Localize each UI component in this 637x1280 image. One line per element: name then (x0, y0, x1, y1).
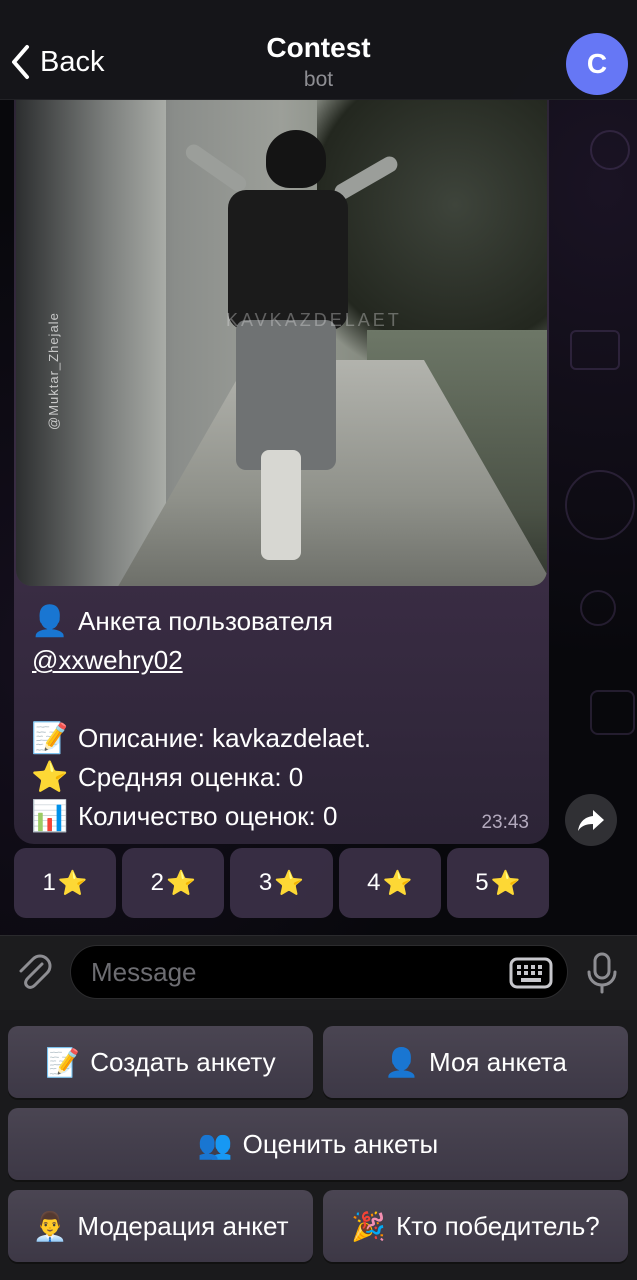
memo-icon: 📝 (45, 1046, 81, 1078)
photo-watermark-center: KAVKAZDELAET (226, 310, 402, 330)
rating-count-text: Количество оценок: 0 (78, 801, 338, 831)
photo-person (182, 130, 401, 570)
my-profile-label: Моя анкета (429, 1046, 567, 1077)
rate-5-label: 5 (475, 869, 489, 896)
bot-reply-keyboard: 📝 Создать анкету 👤 Моя анкета 👥 Оценить … (0, 1010, 637, 1280)
average-rating-text: Средняя оценка: 0 (78, 762, 304, 792)
star-icon: ⭐ (57, 869, 88, 897)
profile-photo[interactable]: @Muktar_Zhejale KAVKAZDELAET (16, 100, 547, 586)
winner-button[interactable]: 🎉 Кто победитель? (323, 1190, 628, 1262)
message-bubble[interactable]: @Muktar_Zhejale KAVKAZDELAET 👤 Анкета по… (14, 100, 549, 844)
message-line-description: 📝 Описание: kavkazdelaet. (31, 719, 532, 758)
star-icon: ⭐ (274, 869, 305, 897)
username-mention-link[interactable]: @xxwehry02 (32, 641, 183, 680)
share-arrow-icon (578, 810, 604, 831)
rate-5-button[interactable]: 5 ⭐ (446, 848, 550, 918)
rate-2-label: 2 (150, 869, 165, 896)
message-line-average: ⭐ Средняя оценка: 0 (31, 758, 532, 797)
message-text: 👤 Анкета пользователя @xxwehry02 📝 Описа… (31, 602, 532, 836)
message-input-bar (0, 935, 637, 1010)
chat-title-area[interactable]: Contest bot (0, 32, 637, 92)
rate-4-label: 4 (367, 869, 381, 896)
office-worker-icon: 👨‍💼 (32, 1210, 68, 1242)
star-icon: ⭐ (166, 869, 196, 897)
my-profile-button[interactable]: 👤 Моя анкета (323, 1026, 628, 1098)
party-popper-icon: 🎉 (351, 1210, 387, 1242)
rate-1-label: 1 (42, 869, 56, 896)
keyboard-icon[interactable] (509, 957, 553, 989)
rate-3-button[interactable]: 3 ⭐ (230, 848, 333, 918)
rate-2-button[interactable]: 2 ⭐ (122, 848, 225, 918)
create-profile-label: Создать анкету (90, 1046, 276, 1077)
rate-profiles-button[interactable]: 👥 Оценить анкеты (8, 1108, 628, 1180)
star-icon: ⭐ (31, 761, 69, 794)
chat-subtitle: bot (303, 68, 334, 91)
busts-icon: 👥 (197, 1128, 233, 1160)
star-icon: ⭐ (490, 869, 521, 897)
inline-rating-keyboard: 1 ⭐ 2 ⭐ 3 ⭐ 4 ⭐ 5 ⭐ (14, 848, 550, 918)
moderation-button[interactable]: 👨‍💼 Модерация анкет (8, 1190, 313, 1262)
message-line-count: 📊 Количество оценок: 0 (31, 797, 532, 836)
bust-icon: 👤 (384, 1046, 419, 1078)
memo-icon: 📝 (31, 722, 69, 755)
chat-header: Back Contest bot C (0, 0, 637, 100)
message-time: 23:43 (481, 812, 529, 833)
message-line-title: 👤 Анкета пользователя (31, 602, 532, 641)
message-input[interactable] (91, 946, 491, 998)
telegram-chat-screen: Back Contest bot C @Muktar_Zhejale KAVKA… (0, 0, 637, 1280)
rate-3-label: 3 (258, 869, 273, 896)
moderation-label: Модерация анкет (77, 1210, 289, 1241)
bust-icon: 👤 (31, 605, 69, 638)
avatar[interactable]: C (566, 33, 628, 95)
bar-chart-icon: 📊 (31, 800, 69, 833)
rate-1-button[interactable]: 1 ⭐ (14, 848, 117, 918)
photo-wall (16, 100, 166, 586)
profile-heading: Анкета пользователя (78, 606, 333, 636)
microphone-icon[interactable] (585, 952, 619, 994)
winner-label: Кто победитель? (396, 1210, 600, 1241)
description-text: Описание: kavkazdelaet. (78, 723, 372, 753)
forward-button[interactable] (565, 794, 617, 846)
create-profile-button[interactable]: 📝 Создать анкету (8, 1026, 313, 1098)
star-icon: ⭐ (382, 869, 413, 897)
paperclip-icon[interactable] (14, 952, 54, 992)
message-field-wrap (70, 945, 568, 999)
rate-4-button[interactable]: 4 ⭐ (338, 848, 441, 918)
chat-title: Contest (266, 32, 371, 63)
message-line-username: @xxwehry02 (32, 641, 532, 680)
photo-watermark-vertical: @Muktar_Zhejale (46, 312, 61, 430)
rate-profiles-label: Оценить анкеты (242, 1128, 439, 1159)
